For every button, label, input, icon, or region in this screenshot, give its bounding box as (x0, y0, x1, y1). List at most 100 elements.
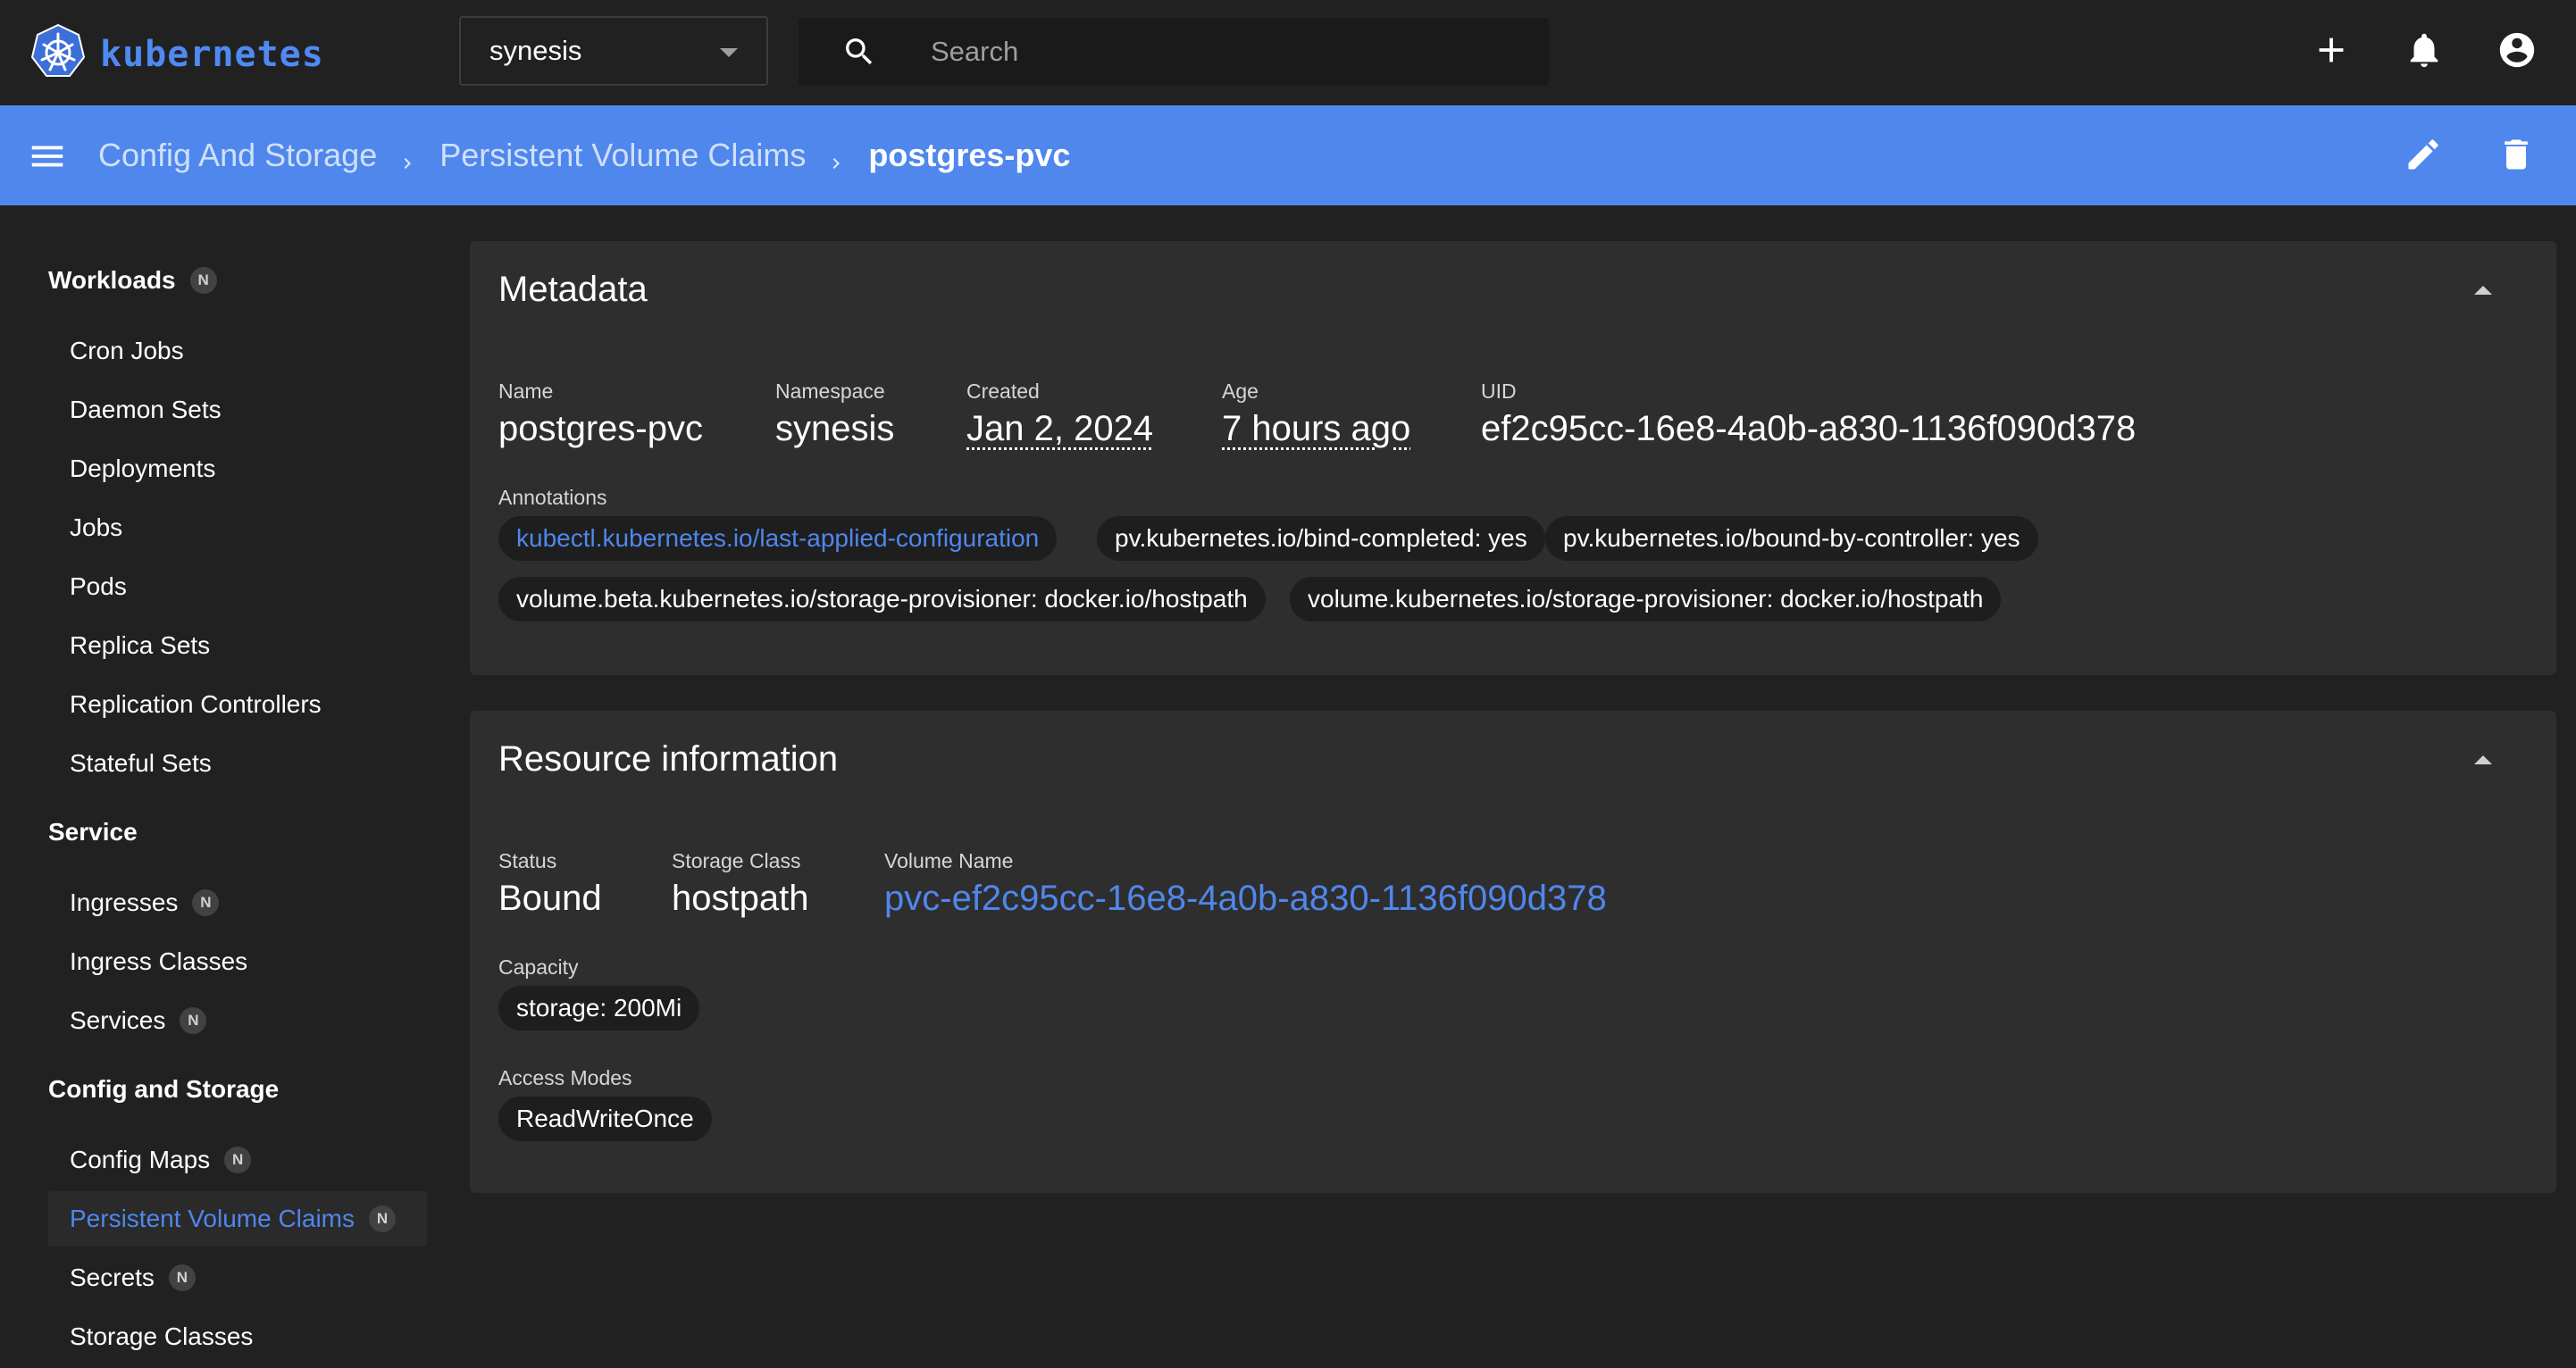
notifications-button[interactable] (2401, 29, 2447, 75)
sidebar-item-replication-controllers[interactable]: Replication Controllers (48, 677, 427, 732)
nav-section-workloads[interactable]: Workloads N (48, 266, 217, 295)
action-toolbar: Config And Storage Persistent Volume Cla… (0, 105, 2576, 205)
sidebar-item-label: Jobs (70, 513, 123, 541)
menu-button[interactable] (27, 136, 68, 177)
field-label: Volume Name (884, 849, 1014, 872)
search-bar[interactable] (799, 18, 1549, 86)
sidebar-item-label: Config Maps (70, 1146, 211, 1173)
field-value: hostpath (672, 879, 809, 918)
sidebar-item-label: Daemon Sets (70, 396, 222, 423)
sidebar-item-label: Deployments (70, 455, 216, 482)
sidebar-item-ingresses[interactable]: Ingresses N (48, 875, 427, 930)
nav-section-label: Service (48, 818, 138, 846)
create-button[interactable] (2308, 29, 2354, 75)
field-label: Created (966, 380, 1040, 403)
nav-section-service[interactable]: Service (48, 818, 138, 847)
namespace-select[interactable]: synesis (459, 16, 768, 86)
sidebar-item-deployments[interactable]: Deployments (48, 441, 427, 496)
sidebar-item-label: Services (70, 1006, 166, 1034)
sidebar-item-replica-sets[interactable]: Replica Sets (48, 618, 427, 673)
nav-section-label: Workloads (48, 266, 176, 294)
breadcrumb-config-and-storage[interactable]: Config And Storage (98, 137, 377, 174)
sidebar-item-persistent-volume-claims[interactable]: Persistent Volume Claims N (48, 1191, 427, 1247)
card-title: Resource information (498, 739, 839, 779)
logo-text: kubernetes (100, 33, 324, 75)
edit-button[interactable] (2401, 134, 2446, 179)
sidebar-item-pods[interactable]: Pods (48, 559, 427, 614)
field-value[interactable]: Jan 2, 2024 (966, 407, 1153, 450)
field-label: Namespace (775, 380, 885, 403)
sidebar-item-stateful-sets[interactable]: Stateful Sets (48, 736, 427, 791)
account-button[interactable] (2494, 29, 2540, 75)
breadcrumb-current: postgres-pvc (868, 137, 1071, 173)
namespaced-badge: N (192, 889, 220, 916)
field-uid: UID ef2c95cc-16e8-4a0b-a830-1136f090d378 (1481, 379, 2136, 450)
namespace-value: synesis (489, 35, 582, 66)
annotation-chip: pv.kubernetes.io/bound-by-controller: ye… (1545, 516, 2038, 561)
capacity-chip: storage: 200Mi (498, 986, 700, 1030)
sidebar-item-jobs[interactable]: Jobs (48, 500, 427, 555)
capacity-label: Capacity (498, 955, 579, 979)
dropdown-caret-icon (720, 48, 738, 57)
annotation-chip: volume.kubernetes.io/storage-provisioner… (1290, 577, 2002, 621)
namespaced-badge: N (224, 1147, 252, 1173)
annotation-chip[interactable]: kubectl.kubernetes.io/last-applied-confi… (498, 516, 1058, 561)
breadcrumb-persistent-volume-claims[interactable]: Persistent Volume Claims (439, 137, 806, 174)
sidebar-nav: Workloads N Cron Jobs Daemon Sets Deploy… (0, 205, 447, 1368)
sidebar-item-secrets[interactable]: Secrets N (48, 1250, 427, 1305)
edit-icon (2404, 135, 2443, 179)
menu-icon (27, 146, 68, 180)
sidebar-item-services[interactable]: Services N (48, 993, 427, 1048)
field-value: synesis (775, 409, 895, 448)
field-status: Status Bound (498, 848, 602, 920)
field-value: Bound (498, 879, 602, 918)
field-value: ef2c95cc-16e8-4a0b-a830-1136f090d378 (1481, 409, 2137, 448)
sidebar-item-label: Ingresses (70, 888, 179, 916)
search-input[interactable] (931, 18, 1520, 86)
field-created: Created Jan 2, 2024 (966, 379, 1153, 450)
field-age: Age 7 hours ago (1222, 379, 1410, 450)
field-value: postgres-pvc (498, 409, 703, 448)
sidebar-item-label: Replication Controllers (70, 690, 322, 718)
annotations-label: Annotations (498, 486, 607, 509)
namespaced-badge: N (168, 1264, 196, 1291)
collapse-arrow-icon[interactable] (2474, 286, 2492, 295)
account-circle-icon (2497, 29, 2538, 75)
field-label: Age (1222, 380, 1259, 403)
sidebar-item-config-maps[interactable]: Config Maps N (48, 1132, 427, 1188)
field-label: Status (498, 849, 557, 872)
namespaced-badge: N (369, 1205, 397, 1232)
namespaced-badge: N (180, 1007, 207, 1034)
sidebar-item-storage-classes[interactable]: Storage Classes (48, 1309, 427, 1364)
field-storage-class: Storage Class hostpath (672, 848, 808, 920)
sidebar-item-label: Secrets (70, 1264, 155, 1291)
logo[interactable]: kubernetes (29, 22, 324, 86)
volume-name-link[interactable]: pvc-ef2c95cc-16e8-4a0b-a830-1136f090d378 (884, 877, 1607, 920)
field-label: Name (498, 380, 554, 403)
sidebar-item-label: Persistent Volume Claims (70, 1205, 355, 1232)
annotation-chip: pv.kubernetes.io/bind-completed: yes (1097, 516, 1545, 561)
sidebar-item-ingress-classes[interactable]: Ingress Classes (48, 934, 427, 989)
plus-icon (2311, 29, 2352, 75)
access-mode-chip: ReadWriteOnce (498, 1097, 712, 1141)
sidebar-item-label: Stateful Sets (70, 749, 212, 777)
nav-section-config-and-storage[interactable]: Config and Storage (48, 1075, 279, 1104)
breadcrumb: Config And Storage Persistent Volume Cla… (98, 105, 1070, 205)
collapse-arrow-icon[interactable] (2474, 755, 2492, 764)
kubernetes-logo-icon (29, 22, 88, 86)
sidebar-item-label: Storage Classes (70, 1322, 254, 1350)
namespaced-badge: N (189, 267, 217, 294)
access-modes-label: Access Modes (498, 1066, 632, 1089)
metadata-card: Metadata Name postgres-pvc Namespace syn… (470, 241, 2556, 675)
sidebar-item-label: Pods (70, 572, 127, 600)
nav-section-label: Config and Storage (48, 1075, 280, 1103)
sidebar-item-daemon-sets[interactable]: Daemon Sets (48, 382, 427, 438)
sidebar-item-label: Cron Jobs (70, 337, 184, 364)
field-label: UID (1481, 380, 1517, 403)
bell-icon (2404, 29, 2445, 75)
sidebar-item-cron-jobs[interactable]: Cron Jobs (48, 323, 427, 379)
delete-button[interactable] (2494, 134, 2538, 179)
field-label: Storage Class (672, 849, 801, 872)
sidebar-item-label: Ingress Classes (70, 947, 248, 975)
field-value[interactable]: 7 hours ago (1222, 407, 1410, 450)
